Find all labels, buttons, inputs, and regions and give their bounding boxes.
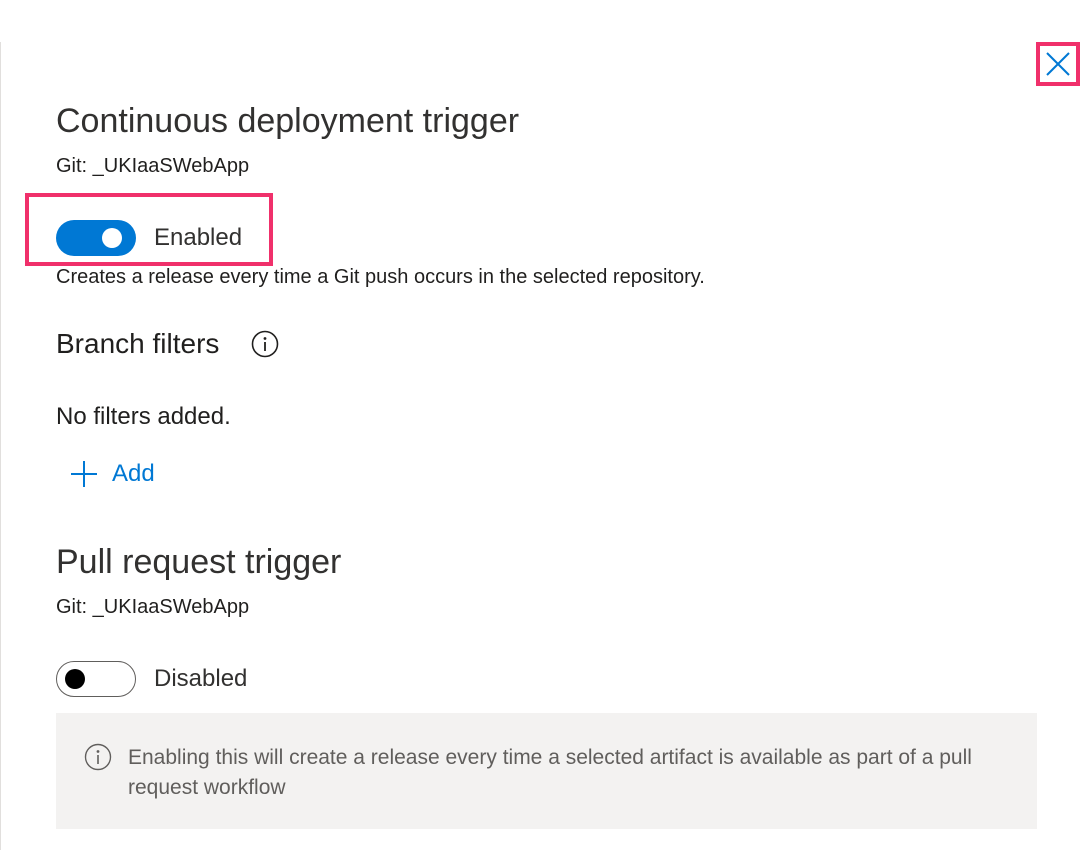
branch-filters-title: Branch filters bbox=[56, 328, 220, 359]
cd-trigger-description: Creates a release every time a Git push … bbox=[56, 266, 705, 288]
close-button[interactable] bbox=[1036, 42, 1080, 86]
pr-trigger-info-text: Enabling this will create a release ever… bbox=[128, 746, 972, 799]
add-filter-label: Add bbox=[112, 460, 155, 487]
toggle-knob bbox=[102, 228, 122, 248]
toggle-knob bbox=[65, 669, 85, 689]
pr-trigger-toggle-row: Disabled bbox=[56, 660, 247, 698]
cd-trigger-source: Git: _UKIaaSWebApp bbox=[56, 155, 250, 177]
pr-trigger-source: Git: _UKIaaSWebApp bbox=[56, 596, 250, 618]
cd-trigger-toggle-row: Enabled bbox=[56, 219, 242, 257]
no-filters-text: No filters added. bbox=[56, 403, 231, 430]
add-filter-button[interactable]: Add bbox=[68, 458, 155, 490]
cd-trigger-title: Continuous deployment trigger bbox=[56, 102, 520, 140]
pr-trigger-toggle[interactable] bbox=[56, 661, 136, 697]
pr-trigger-toggle-label: Disabled bbox=[154, 665, 248, 692]
close-icon bbox=[1046, 52, 1070, 76]
cd-trigger-toggle[interactable] bbox=[56, 220, 136, 256]
info-icon bbox=[84, 743, 112, 771]
branch-filters-header: Branch filters bbox=[56, 328, 279, 360]
cd-trigger-toggle-label: Enabled bbox=[154, 224, 243, 251]
pr-trigger-info-box: Enabling this will create a release ever… bbox=[56, 713, 1037, 829]
pr-trigger-title: Pull request trigger bbox=[56, 543, 342, 581]
plus-icon bbox=[71, 461, 97, 487]
info-icon[interactable] bbox=[251, 330, 279, 358]
